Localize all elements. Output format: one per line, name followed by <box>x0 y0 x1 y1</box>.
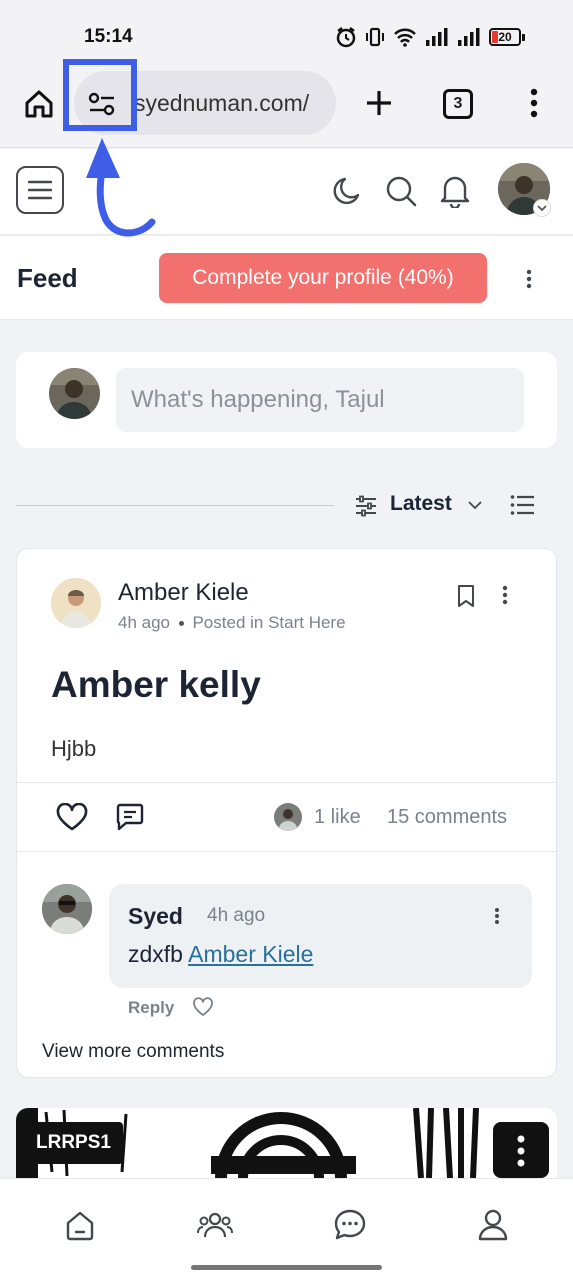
sort-dropdown[interactable]: Latest <box>390 492 452 516</box>
wifi-icon <box>394 28 416 47</box>
comment-body: zdxfb <box>128 941 183 967</box>
moon-icon[interactable] <box>331 175 363 207</box>
comment-count[interactable]: 15 comments <box>387 806 507 829</box>
view-more-comments[interactable]: View more comments <box>42 1041 224 1063</box>
media-label: LRRPS1 <box>24 1122 123 1164</box>
battery-icon: 20 <box>489 28 525 46</box>
signal-icon <box>458 28 480 46</box>
more-icon[interactable] <box>528 88 540 118</box>
chevron-down-icon[interactable] <box>466 498 484 512</box>
comment-more-icon[interactable] <box>493 907 501 925</box>
page-title: Feed <box>17 263 78 293</box>
bottom-nav <box>0 1178 573 1280</box>
nav-home[interactable] <box>60 1205 100 1245</box>
avatar-dropdown[interactable] <box>533 199 551 217</box>
nav-messages[interactable] <box>330 1205 370 1245</box>
status-time: 15:14 <box>84 26 133 47</box>
chevron-down-icon <box>537 205 547 212</box>
feed-more-icon[interactable] <box>525 269 533 289</box>
feed-bar: Feed Complete your profile (40%) <box>0 236 573 320</box>
alarm-icon <box>336 27 356 48</box>
divider <box>17 851 556 852</box>
like-heart-icon[interactable] <box>56 803 88 831</box>
battery-level: 20 <box>498 30 512 44</box>
tabs-button[interactable]: 3 <box>443 89 473 119</box>
chat-icon <box>334 1209 366 1240</box>
profile-icon <box>478 1209 508 1241</box>
home-indicator[interactable] <box>191 1265 382 1270</box>
people-icon <box>197 1212 233 1238</box>
comment-icon[interactable] <box>115 803 145 831</box>
comment-text: zdxfb Amber Kiele <box>128 941 313 968</box>
url-text[interactable]: syednuman.com/ <box>134 90 309 117</box>
media-post-card[interactable]: LRRPS1 <box>16 1108 557 1178</box>
arrow-annotation-icon <box>86 138 156 237</box>
home-icon[interactable] <box>24 89 54 119</box>
comment-time: 4h ago <box>207 905 266 926</box>
post-time: 4h ago <box>118 613 170 632</box>
complete-profile-button[interactable]: Complete your profile (40%) <box>159 253 487 303</box>
post-author[interactable]: Amber Kiele <box>118 579 249 607</box>
mention-link[interactable]: Amber Kiele <box>188 941 313 967</box>
post-body: Hjbb <box>51 736 97 761</box>
menu-button[interactable] <box>16 166 64 214</box>
vibrate-icon <box>366 27 384 47</box>
comment-like-heart-icon[interactable] <box>192 997 214 1017</box>
menu-icon <box>28 180 52 200</box>
comment-author[interactable]: Syed <box>128 903 183 930</box>
status-icons: 20 <box>335 26 525 48</box>
divider <box>16 505 334 506</box>
comment-bubble: Syed 4h ago zdxfb Amber Kiele <box>109 884 532 988</box>
more-vertical-icon <box>517 1135 525 1167</box>
like-count[interactable]: 1 like <box>314 806 361 829</box>
meta-separator <box>178 621 184 627</box>
bookmark-icon[interactable] <box>456 584 476 608</box>
comment-author-avatar[interactable] <box>42 884 92 934</box>
list-view-icon[interactable] <box>510 494 534 516</box>
signal-icon <box>426 28 448 46</box>
post-author-avatar[interactable] <box>51 578 101 628</box>
post-more-icon[interactable] <box>501 585 509 605</box>
nav-profile[interactable] <box>473 1205 513 1245</box>
new-tab-icon[interactable] <box>364 88 394 118</box>
post-category[interactable]: Posted in Start Here <box>192 613 345 632</box>
post-card: Amber Kiele 4h ago Posted in Start Here … <box>16 548 557 1078</box>
liker-avatar[interactable] <box>274 803 302 831</box>
highlight-box <box>63 59 137 131</box>
composer-input[interactable] <box>116 368 524 432</box>
filter-icon[interactable] <box>355 495 377 517</box>
post-composer <box>16 352 557 448</box>
bell-icon[interactable] <box>440 174 470 208</box>
reply-button[interactable]: Reply <box>128 998 174 1018</box>
home-icon <box>66 1211 94 1241</box>
composer-avatar <box>49 368 100 419</box>
media-more-button[interactable] <box>493 1122 549 1178</box>
divider <box>17 782 556 783</box>
nav-people[interactable] <box>195 1205 235 1245</box>
post-meta: 4h ago Posted in Start Here <box>118 613 346 633</box>
status-bar: 15:14 20 <box>0 0 573 60</box>
post-title[interactable]: Amber kelly <box>51 664 261 706</box>
search-icon[interactable] <box>385 175 417 207</box>
